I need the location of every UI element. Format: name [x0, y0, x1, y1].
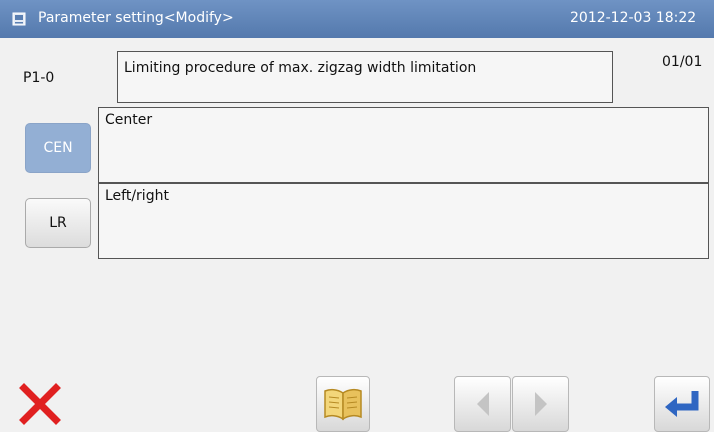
option-button-lr[interactable]: LR [25, 198, 91, 248]
cancel-button[interactable] [0, 376, 80, 432]
app-window-icon [12, 12, 26, 26]
close-x-icon [19, 383, 61, 425]
manual-button[interactable] [316, 376, 370, 432]
parameter-name-box: Limiting procedure of max. zigzag width … [117, 51, 613, 103]
option-description-box-lr: Left/right [98, 183, 709, 259]
option-description-box-cen: Center [98, 107, 709, 183]
enter-button[interactable] [654, 376, 710, 432]
arrow-left-icon [476, 392, 489, 416]
title-bar: Parameter setting<Modify> 2012-12-03 18:… [0, 0, 714, 38]
open-book-icon [324, 388, 362, 421]
window-title: Parameter setting<Modify> [38, 10, 234, 26]
enter-return-icon [665, 391, 699, 417]
option-description: Center [105, 112, 153, 128]
parameter-name: Limiting procedure of max. zigzag width … [124, 60, 477, 76]
previous-page-button[interactable] [454, 376, 511, 432]
arrow-right-icon [534, 392, 547, 416]
page-indicator: 01/01 [662, 54, 703, 70]
next-page-button[interactable] [512, 376, 569, 432]
parameter-code: P1-0 [23, 70, 55, 86]
datetime: 2012-12-03 18:22 [570, 10, 697, 26]
option-description: Left/right [105, 188, 169, 204]
option-button-cen[interactable]: CEN [25, 123, 91, 173]
